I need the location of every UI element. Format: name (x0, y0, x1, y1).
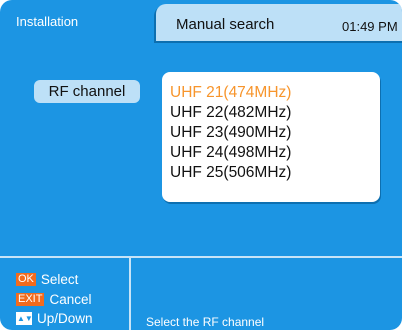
channel-item[interactable]: UHF 25(506MHz) (170, 164, 291, 182)
up-down-arrows-icon: ▲▼ (16, 312, 33, 325)
footer-divider-vertical (129, 258, 131, 330)
menu-screen: Installation Manual search 01:49 PM RF c… (0, 0, 402, 330)
clock: 01:49 PM (342, 19, 398, 34)
key-action-label: Cancel (49, 292, 92, 307)
up-down-hint: ▲▼ Up/Down (16, 311, 93, 326)
ok-key-icon: OK (16, 273, 36, 286)
ok-select-hint: OK Select (16, 272, 78, 287)
channel-item[interactable]: UHF 22(482MHz) (170, 104, 291, 122)
channel-item[interactable]: UHF 23(490MHz) (170, 124, 291, 142)
footer-divider (0, 256, 402, 258)
page-title: Manual search (176, 16, 275, 33)
rf-channel-label: RF channel (34, 80, 140, 103)
channel-item[interactable]: UHF 24(498MHz) (170, 144, 291, 162)
exit-cancel-hint: EXIT Cancel (16, 292, 91, 307)
breadcrumb: Installation (16, 14, 79, 29)
title-bar: Manual search 01:49 PM (156, 4, 402, 41)
channel-item[interactable]: UHF 21(474MHz) (170, 84, 291, 102)
rf-channel-list[interactable]: UHF 21(474MHz) UHF 22(482MHz) UHF 23(490… (162, 72, 380, 202)
key-action-label: Up/Down (37, 311, 93, 326)
exit-key-icon: EXIT (16, 293, 45, 306)
help-text: Select the RF channel (146, 315, 265, 329)
key-action-label: Select (40, 272, 79, 287)
